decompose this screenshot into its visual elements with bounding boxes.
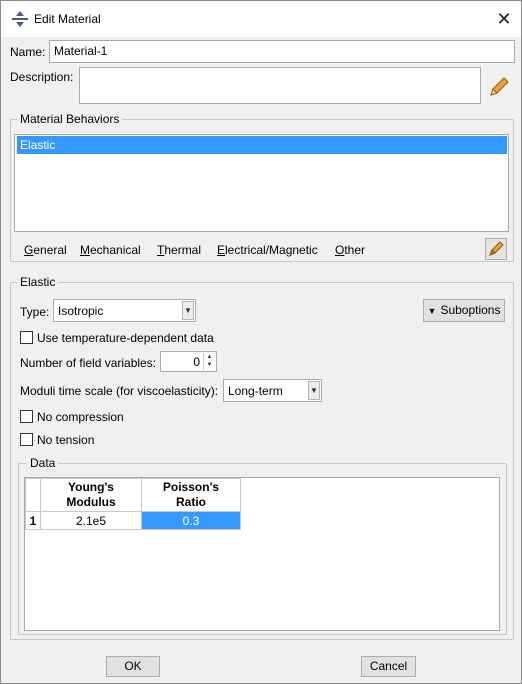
suboptions-button[interactable]: ▼ Suboptions [423,299,505,322]
eraser-icon [489,241,504,256]
table-corner[interactable] [25,478,41,512]
menu-mechanical[interactable]: Mechanical [80,243,141,257]
row-number[interactable]: 1 [25,511,41,530]
temp-dependent-label: Use temperature-dependent data [37,331,214,345]
type-value: Isotropic [58,304,104,318]
close-icon[interactable]: ✕ [487,1,521,37]
edit-material-dialog: Edit Material ✕ Name: Material-1 Descrip… [0,0,522,684]
spin-up-icon[interactable]: ▲ [204,353,215,361]
name-label: Name: [10,45,46,59]
field-variables-spinbox[interactable]: 0 ▲ ▼ [160,351,217,372]
data-title: Data [27,456,59,470]
material-behaviors-title: Material Behaviors [17,112,123,126]
triangle-down-icon: ▼ [427,306,437,316]
data-table[interactable]: Young's Modulus Poisson's Ratio 1 2.1e5 … [25,478,241,530]
no-tension-checkbox[interactable] [20,433,33,446]
temp-dependent-checkbox[interactable] [20,331,33,344]
pencil-icon[interactable] [488,76,510,98]
ok-button[interactable]: OK [106,656,160,677]
behavior-item-elastic[interactable]: Elastic [17,136,507,154]
menu-general[interactable]: General [24,243,67,257]
title-bar: Edit Material ✕ [1,1,521,37]
type-label: Type: [20,305,50,319]
chevron-down-icon: ▼ [182,301,194,320]
description-label: Description: [10,70,74,84]
data-table-area[interactable]: Young's Modulus Poisson's Ratio 1 2.1e5 … [24,477,500,631]
menu-electrical-magnetic[interactable]: Electrical/Magnetic [217,243,318,257]
cancel-button[interactable]: Cancel [361,656,416,677]
chevron-down-icon: ▼ [308,381,320,400]
type-select[interactable]: Isotropic ▼ [53,299,196,322]
moduli-time-scale-label: Moduli time scale (for viscoelasticity): [20,384,219,398]
name-field[interactable]: Material-1 [49,40,515,63]
eraser-button[interactable] [485,238,507,260]
moduli-time-scale-value: Long-term [228,384,283,398]
spin-down-icon[interactable]: ▼ [204,361,215,369]
menu-thermal[interactable]: Thermal [157,243,201,257]
field-variables-label: Number of field variables: [20,356,157,370]
column-header-poissons-ratio[interactable]: Poisson's Ratio [141,478,241,512]
table-header-row: Young's Modulus Poisson's Ratio [25,478,241,512]
behaviors-list[interactable]: Elastic [14,134,509,232]
column-header-youngs-modulus[interactable]: Young's Modulus [40,478,142,512]
description-field[interactable] [79,67,481,104]
window-title: Edit Material [34,12,101,26]
field-variables-value: 0 [193,355,200,369]
menu-other[interactable]: Other [335,243,365,257]
cell-youngs-modulus[interactable]: 2.1e5 [40,511,142,530]
cell-poissons-ratio[interactable]: 0.3 [141,511,241,530]
moduli-time-scale-select[interactable]: Long-term ▼ [223,379,322,402]
table-row: 1 2.1e5 0.3 [25,511,241,530]
no-compression-checkbox[interactable] [20,410,33,423]
abaqus-app-icon [12,11,28,27]
elastic-title: Elastic [17,275,59,289]
no-tension-label: No tension [37,433,95,447]
no-compression-label: No compression [37,410,124,424]
